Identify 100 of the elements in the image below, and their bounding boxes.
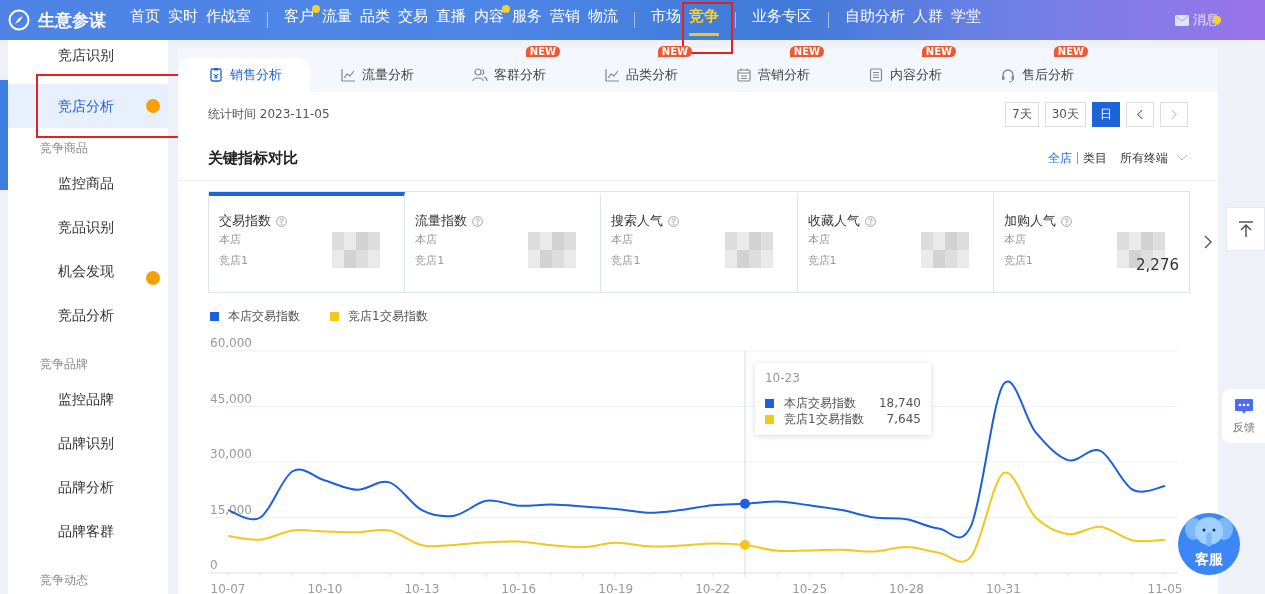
sidebar-item[interactable]: 品牌识别: [8, 428, 168, 472]
row-label: 本店: [415, 232, 439, 247]
sidebar-item[interactable]: 竞店分析: [8, 84, 168, 128]
help-icon[interactable]: [472, 215, 484, 227]
nav-link[interactable]: 实时: [164, 0, 202, 40]
previous-button[interactable]: [1126, 101, 1154, 127]
axis-label: 10-13: [404, 582, 440, 594]
nav-link[interactable]: 内容: [470, 0, 508, 40]
tab[interactable]: 客群分析: [442, 58, 574, 92]
help-icon[interactable]: [668, 215, 680, 227]
metric-card[interactable]: 收藏人气 本店 竞店1: [797, 192, 994, 292]
nav-link[interactable]: 服务: [508, 0, 546, 40]
line-chart-icon: [604, 67, 620, 83]
tab[interactable]: 售后分析: [970, 58, 1102, 92]
help-icon[interactable]: [276, 215, 287, 227]
axis-label: 10-16: [501, 582, 537, 594]
nav-link[interactable]: 业务专区: [748, 0, 816, 40]
mail-icon: [1175, 14, 1189, 26]
chevron-left-icon: [1137, 108, 1143, 120]
sidebar-item[interactable]: 监控品牌: [8, 384, 168, 428]
elephant-icon: [1184, 515, 1234, 547]
side-tab[interactable]: [0, 80, 8, 190]
metric-card[interactable]: 交易指数 本店 竞店1: [209, 192, 406, 292]
app-title: 生意参谋: [38, 8, 106, 32]
tooltip-value: 7,645: [886, 411, 921, 427]
axis-label: 10-28: [889, 582, 924, 594]
tab[interactable]: 营销分析: [706, 58, 838, 92]
nav-link[interactable]: 品类: [356, 0, 394, 40]
metric-title: 流量指数: [415, 212, 468, 230]
legend-item[interactable]: 本店交易指数: [210, 307, 300, 325]
nav-link[interactable]: 直播: [432, 0, 470, 40]
tab[interactable]: 品类分析: [574, 58, 706, 92]
help-icon[interactable]: [1060, 215, 1072, 227]
nav-link[interactable]: 营销: [546, 0, 584, 40]
sidebar-item[interactable]: 竞品分析: [8, 300, 168, 344]
row-label: 本店: [1003, 232, 1027, 247]
axis-label: 11-05: [1147, 582, 1183, 594]
nav-link[interactable]: 首页: [126, 0, 164, 40]
next-icon[interactable]: [1204, 235, 1212, 249]
sidebar-item[interactable]: 机会发现: [8, 256, 168, 300]
clipboard-icon: [208, 67, 224, 83]
tooltip-label: 本店交易指数: [783, 395, 857, 411]
axis-label: 10-07: [210, 582, 246, 594]
tab[interactable]: 流量分析: [310, 58, 442, 92]
nav-link[interactable]: 作战室: [202, 0, 255, 40]
section-title: 关键指标对比: [208, 148, 298, 168]
feedback-button[interactable]: 反馈: [1222, 389, 1265, 443]
scope-link[interactable]: 类目: [1083, 149, 1107, 167]
nav-link[interactable]: 流量: [318, 0, 356, 40]
metric-title: 收藏人气: [807, 212, 860, 230]
nav-link[interactable]: 客户: [280, 0, 318, 40]
axis-label: 10-19: [598, 582, 634, 594]
sidebar-item[interactable]: 品牌客群: [8, 516, 168, 560]
tab[interactable]: 内容分析: [838, 58, 970, 92]
sidebar-item[interactable]: 竞品识别: [8, 212, 168, 256]
compass-icon: [8, 9, 30, 31]
redaction-mosaic: [724, 232, 773, 268]
period-button[interactable]: 7天: [1005, 101, 1039, 127]
axis-label: 10-22: [695, 582, 731, 594]
new-badge: NEW: [525, 46, 560, 57]
scope-link[interactable]: 全店: [1048, 149, 1072, 167]
chevron-right-icon: [1171, 108, 1177, 120]
period-button[interactable]: 日: [1092, 101, 1120, 127]
sidebar-section-label: 竞争动态: [39, 572, 89, 589]
row-label: 竞店1: [1003, 253, 1033, 268]
row-label: 竞店1: [219, 253, 248, 268]
sidebar-section-label: 竞争商品: [39, 140, 89, 157]
tab[interactable]: 销售分析: [178, 58, 310, 92]
new-badge: NEW: [657, 46, 692, 57]
sidebar-item[interactable]: 竞店识别: [8, 40, 168, 84]
data-point[interactable]: [739, 498, 750, 509]
nav-link[interactable]: 市场: [647, 0, 685, 40]
metric-card[interactable]: 搜索人气 本店 竞店1: [601, 192, 798, 292]
tooltip-label: 竞店1交易指数: [783, 411, 865, 427]
period-button[interactable]: 30天: [1044, 101, 1086, 127]
nav-link[interactable]: 人群: [909, 0, 947, 40]
redaction-mosaic: [332, 232, 381, 268]
nav-link[interactable]: 物流: [584, 0, 622, 40]
nav-link[interactable]: 自助分析: [841, 0, 909, 40]
stat-time: 统计时间 2023-11-05: [208, 105, 330, 123]
new-badge: NEW: [789, 46, 824, 57]
row-label: 竞店1: [415, 253, 445, 268]
sidebar-item[interactable]: 品牌分析: [8, 472, 168, 516]
nav-link[interactable]: 交易: [394, 0, 432, 40]
next-button[interactable]: [1160, 101, 1188, 127]
row-label: 竞店1: [807, 253, 837, 268]
help-icon[interactable]: [864, 215, 876, 227]
row-label: 竞店1: [611, 253, 641, 268]
chevron-down-icon: [1176, 154, 1188, 162]
new-badge: NEW: [1053, 46, 1088, 57]
customer-service-button[interactable]: 客服: [1178, 513, 1240, 575]
terminal-dropdown[interactable]: 所有终端: [1120, 149, 1188, 167]
list-icon: [868, 67, 884, 83]
metric-card[interactable]: 流量指数 本店 竞店1: [405, 192, 602, 292]
sidebar-item[interactable]: 监控商品: [8, 168, 168, 212]
redaction-mosaic: [920, 232, 969, 268]
back-to-top-button[interactable]: [1226, 207, 1265, 251]
legend-item[interactable]: 竞店1交易指数: [330, 307, 428, 325]
nav-link[interactable]: 学堂: [947, 0, 985, 40]
metric-card[interactable]: 加购人气 本店 竞店1 2,276: [993, 192, 1189, 292]
